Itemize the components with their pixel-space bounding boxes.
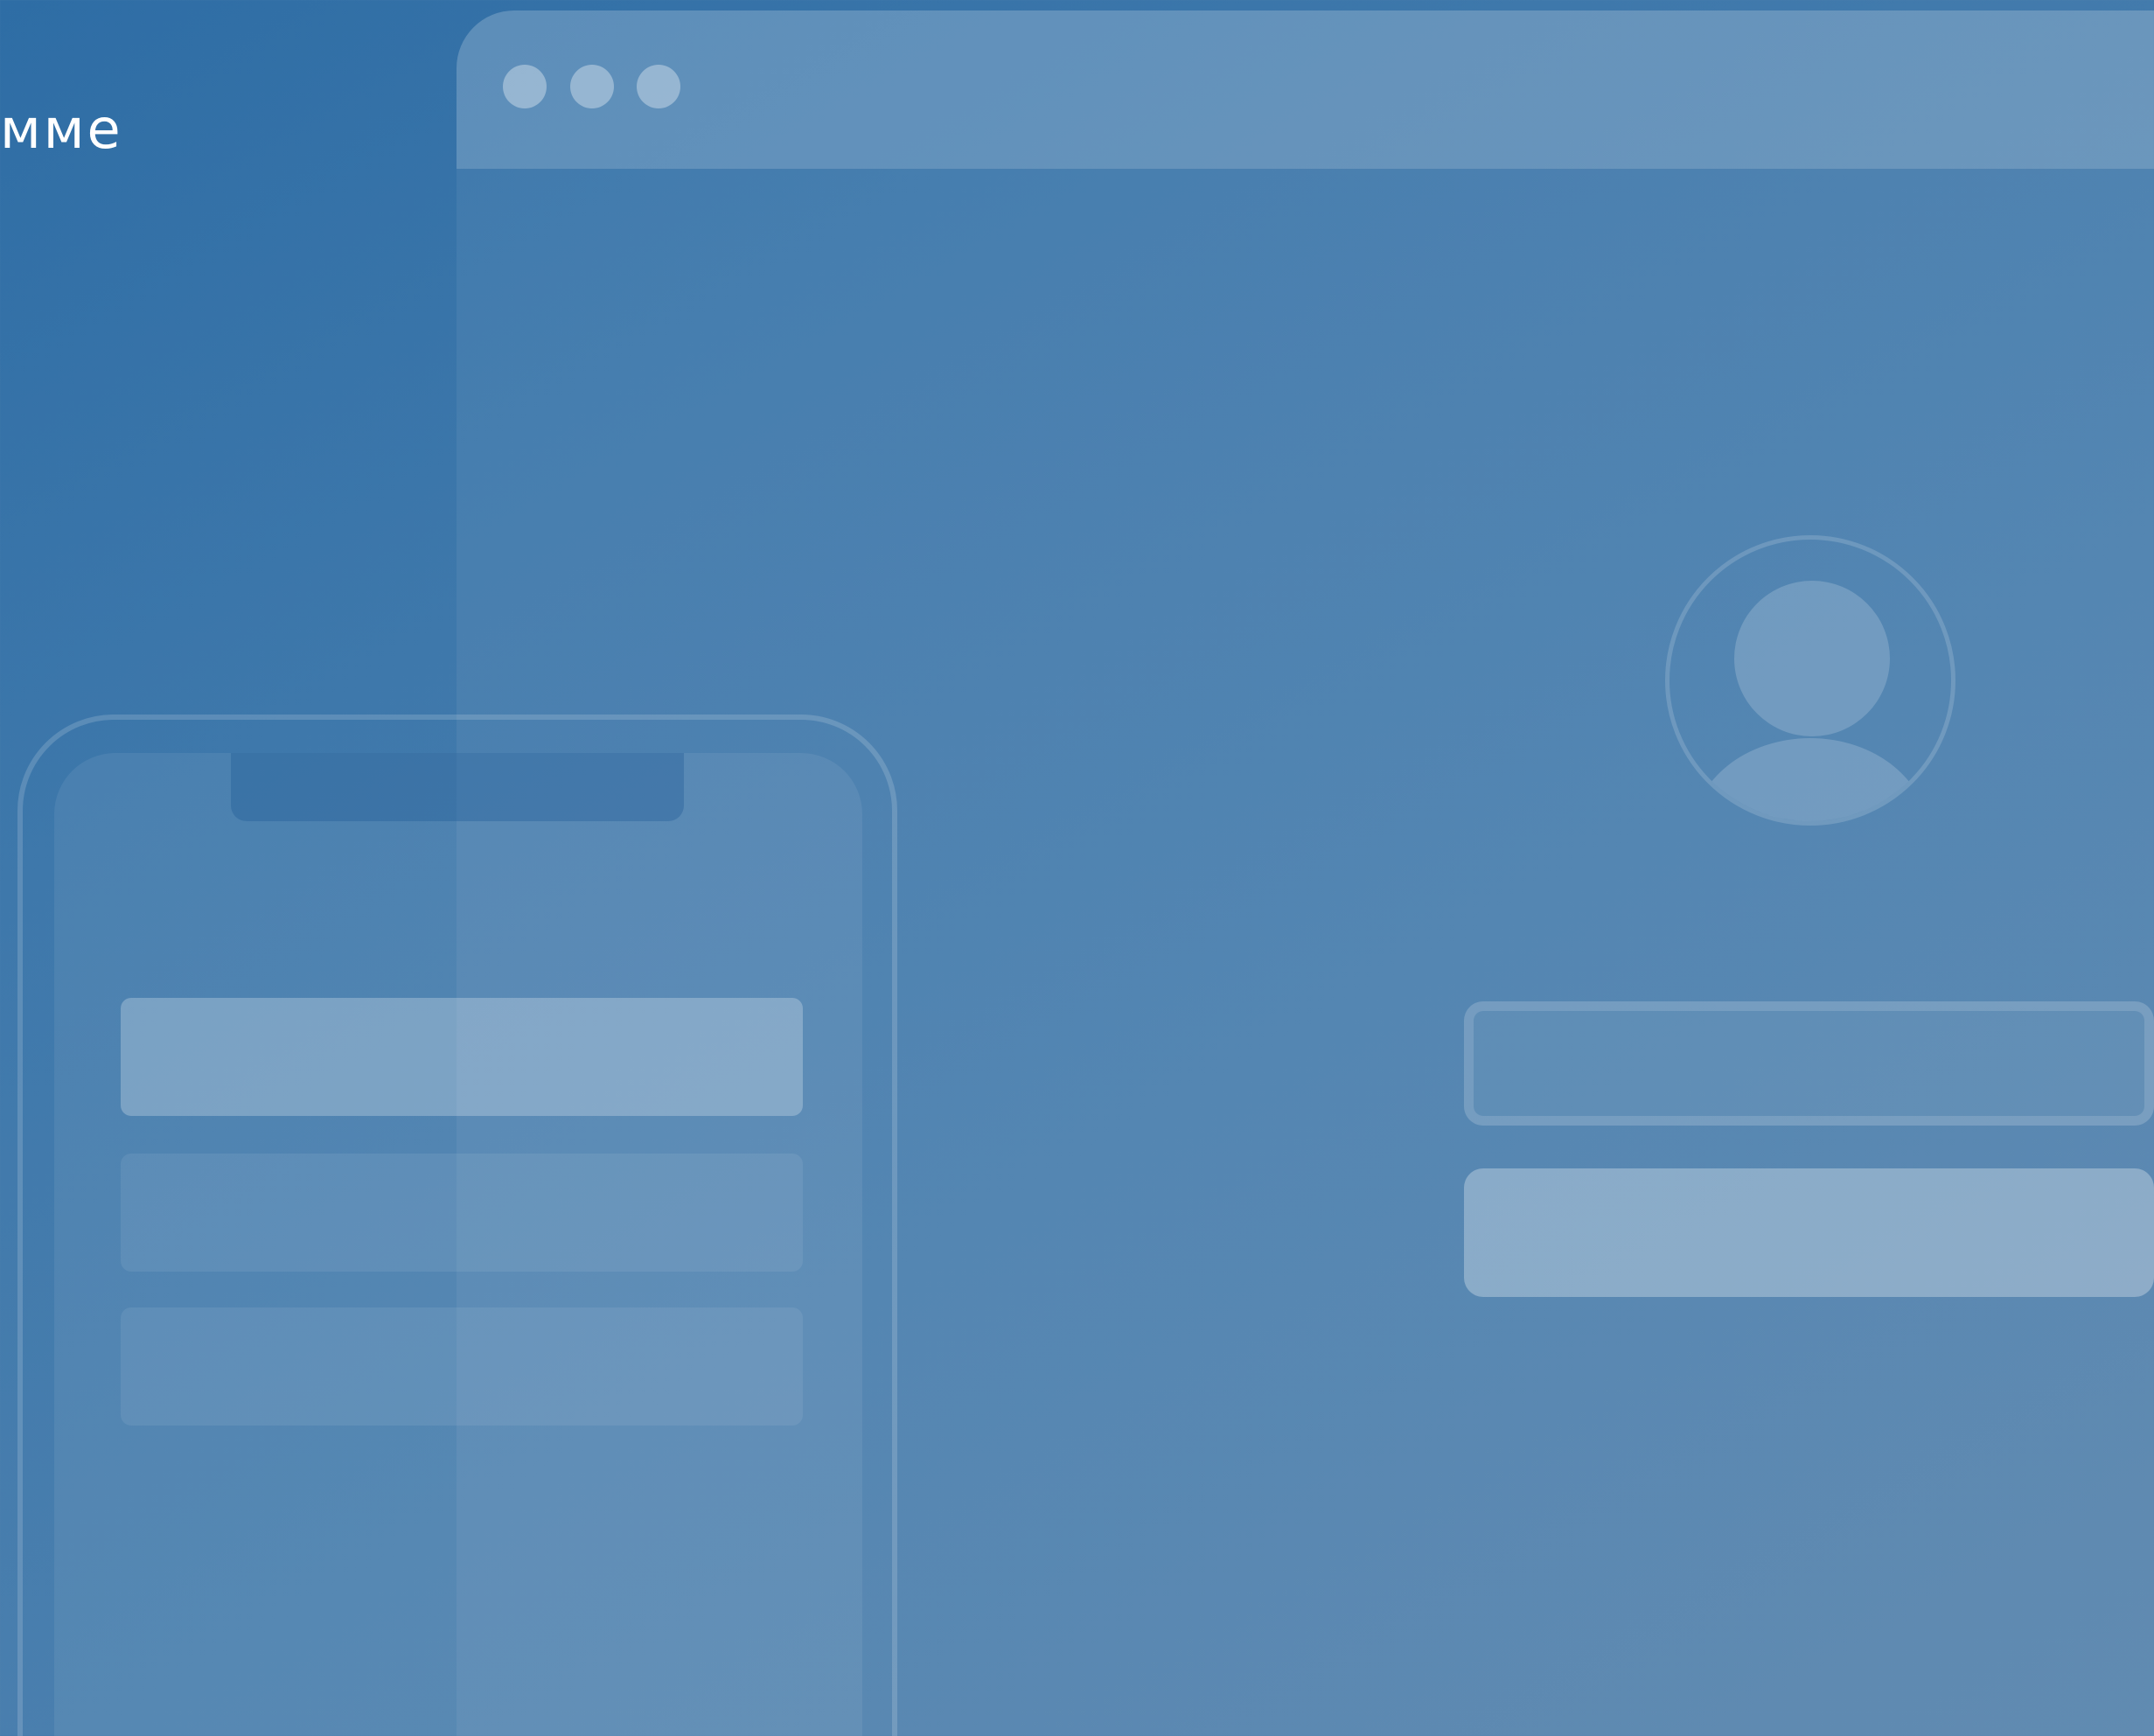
browser-title-bar <box>457 10 2154 169</box>
brand-text: мме <box>0 97 123 161</box>
phone-mockup <box>17 715 897 1736</box>
phone-list-item[interactable] <box>121 1154 803 1272</box>
login-submit-button[interactable] <box>1464 1168 2154 1297</box>
phone-list-item[interactable] <box>121 998 803 1116</box>
avatar-head <box>1734 581 1890 736</box>
window-dot-1 <box>503 65 547 108</box>
user-avatar-icon <box>1665 535 1955 826</box>
phone-list-item[interactable] <box>121 1307 803 1426</box>
login-input-field[interactable] <box>1464 1001 2154 1126</box>
avatar-body <box>1692 738 1928 821</box>
window-dot-3 <box>637 65 680 108</box>
phone-notch <box>231 753 684 821</box>
window-dot-2 <box>570 65 614 108</box>
